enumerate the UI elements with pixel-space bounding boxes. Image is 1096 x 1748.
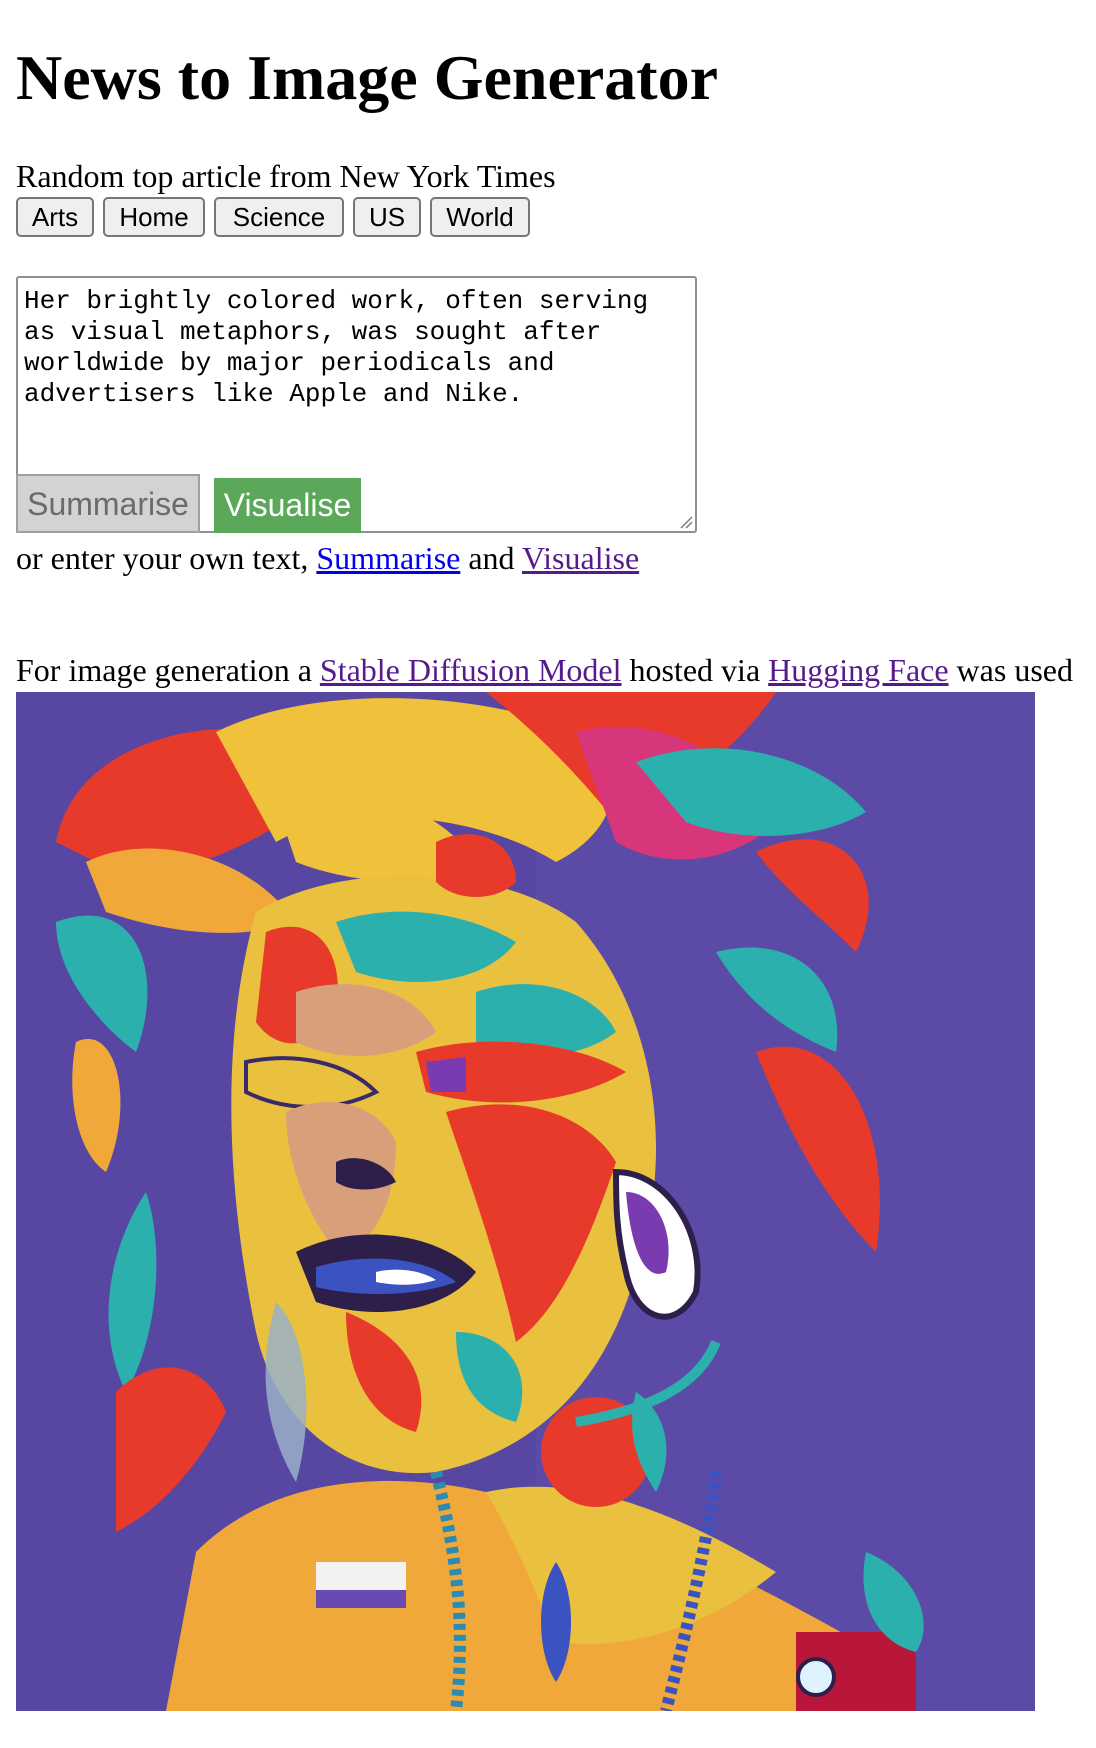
category-button-science[interactable]: Science [214,197,344,237]
credit-middle: hosted via [629,652,761,688]
own-text-line: or enter your own text, Summarise and Vi… [16,540,639,576]
category-button-us[interactable]: US [353,197,421,237]
summarise-button[interactable]: Summarise [16,474,200,533]
credit-prefix: For image generation a [16,652,312,688]
hugging-face-link[interactable]: Hugging Face [768,652,948,688]
generated-image-art [16,692,1035,1711]
credit-line: For image generation a Stable Diffusion … [16,652,1073,688]
category-button-world[interactable]: World [430,197,530,237]
own-text-prefix: or enter your own text, [16,540,309,576]
category-button-home[interactable]: Home [103,197,205,237]
visualise-button[interactable]: Visualise [214,478,361,533]
visualise-link[interactable]: Visualise [522,540,639,576]
credit-suffix: was used [956,652,1073,688]
page-title: News to Image Generator [16,42,718,113]
generated-image [16,692,1035,1711]
own-text-middle: and [468,540,515,576]
summarise-link[interactable]: Summarise [316,540,460,576]
resize-handle-icon[interactable] [677,513,693,529]
category-button-arts[interactable]: Arts [16,197,94,237]
stable-diffusion-link[interactable]: Stable Diffusion Model [320,652,622,688]
intro-text: Random top article from New York Times [16,158,556,194]
article-text[interactable]: Her brightly colored work, often serving… [24,286,684,410]
